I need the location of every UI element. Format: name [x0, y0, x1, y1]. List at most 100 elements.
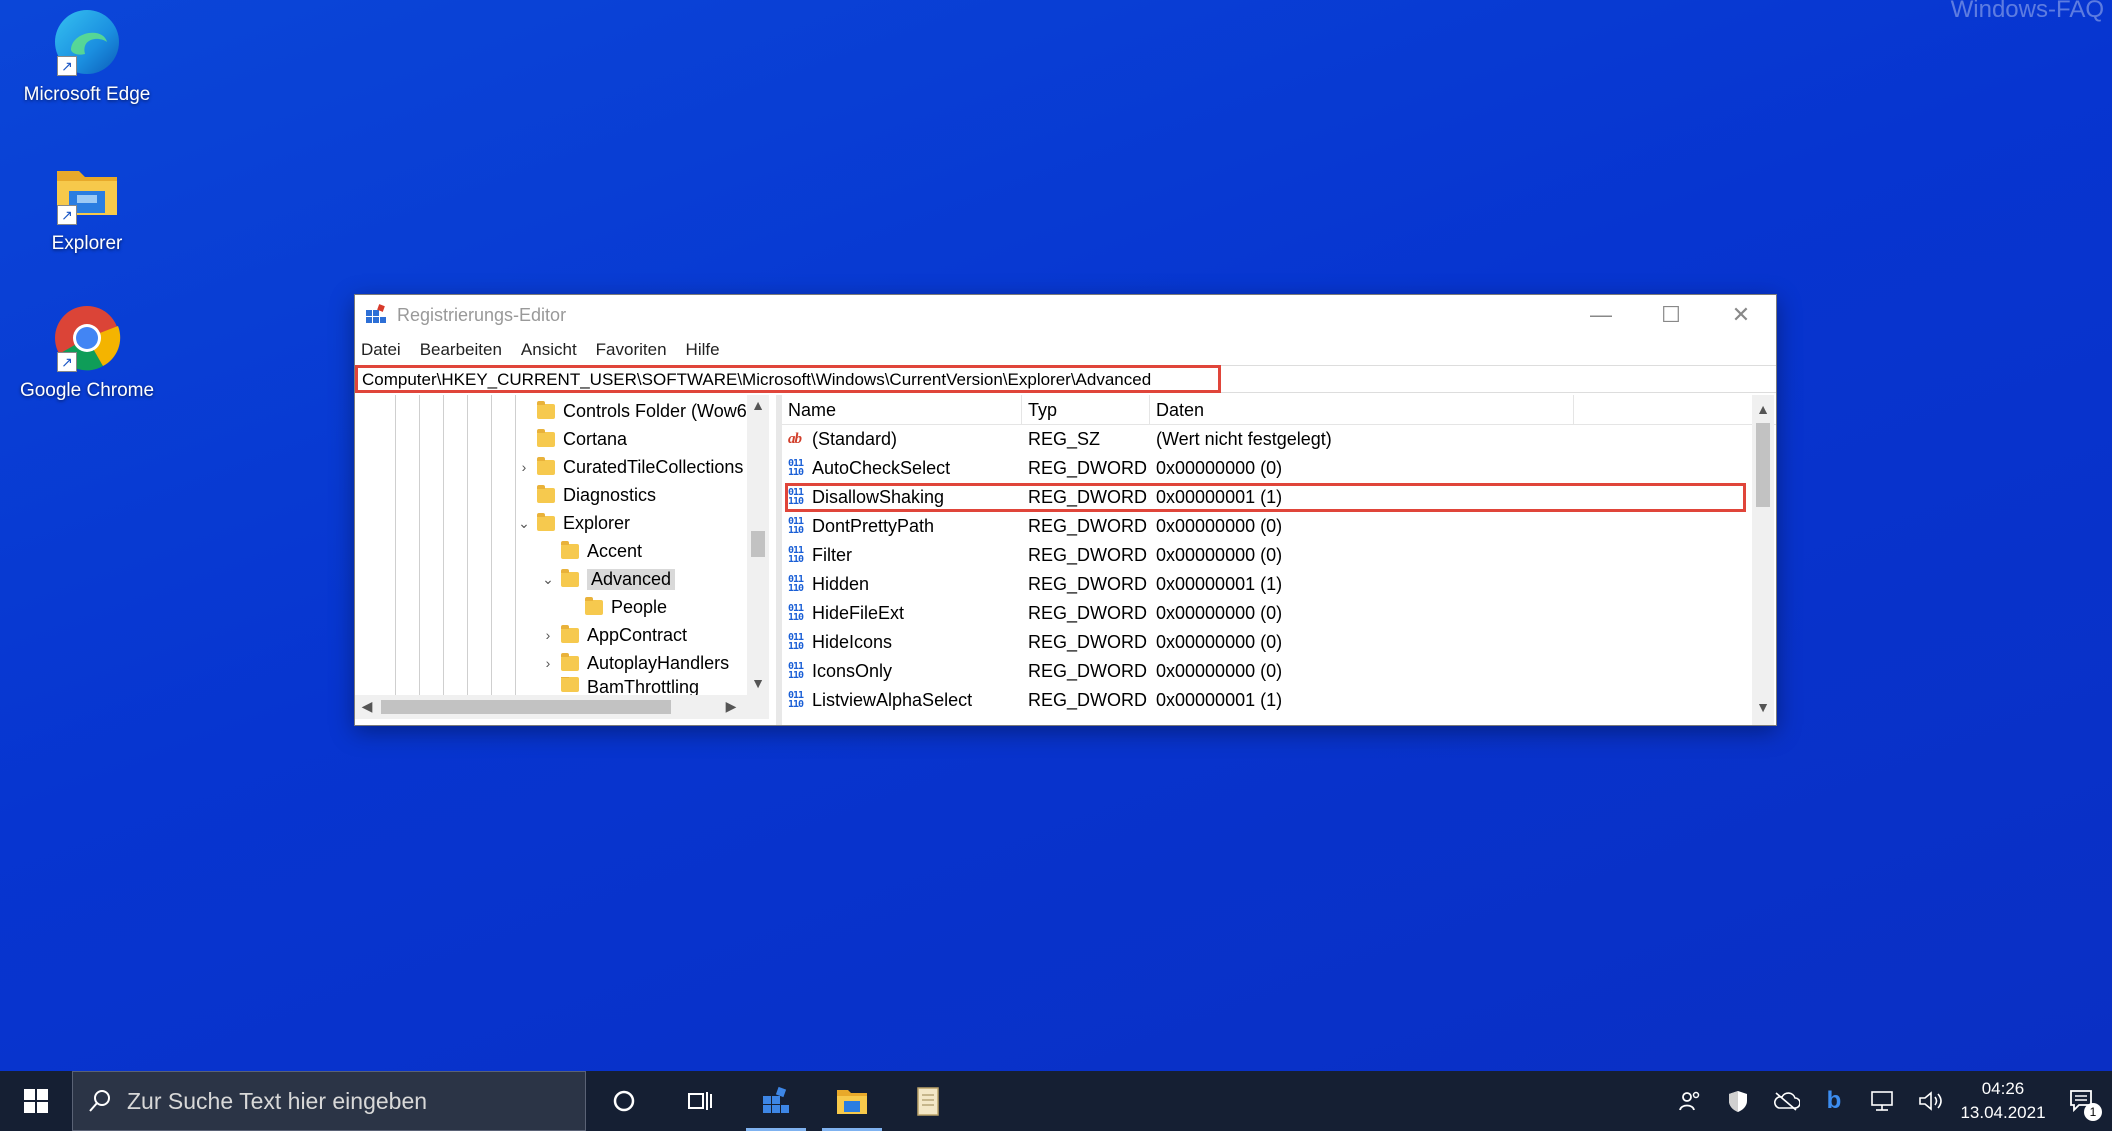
desktop-icon-explorer[interactable]: ↗ Explorer	[12, 155, 162, 255]
clock-time: 04:26	[1981, 1079, 2025, 1098]
list-row-highlighted[interactable]: 011 110 DisallowShaking REG_DWORD 0x0000000…	[782, 483, 1746, 512]
desktop-icon-edge[interactable]: ↗ Microsoft Edge	[12, 6, 162, 106]
list-vertical-scrollbar[interactable]: ▲ ▼	[1752, 395, 1774, 725]
menu-hilfe[interactable]: Hilfe	[686, 340, 720, 360]
folder-icon: ↗	[51, 155, 123, 227]
tree-node[interactable]: People	[563, 593, 667, 621]
tree-vertical-scrollbar[interactable]: ▲ ▼	[747, 395, 769, 695]
volume-tray-button[interactable]	[1906, 1071, 1954, 1131]
watermark: Windows-FAQ	[1950, 0, 2104, 23]
scroll-up-icon[interactable]: ▲	[748, 397, 768, 413]
scroll-left-icon[interactable]: ◀	[357, 698, 377, 715]
list-row[interactable]: 011 110 ListviewAlphaSelect REG_DWORD 0x000…	[782, 686, 1742, 715]
dword-value-icon: 011 110	[788, 603, 804, 623]
action-center-button[interactable]: 1	[2052, 1071, 2112, 1131]
notepad-icon	[917, 1087, 939, 1116]
tree-node[interactable]: Cortana	[515, 425, 627, 453]
list-row[interactable]: ab (Standard) REG_SZ (Wert nicht festgelegt…	[782, 425, 1742, 454]
value-name: AutoCheckSelect	[812, 458, 951, 478]
folder-icon	[537, 512, 555, 531]
tree-node[interactable]: › AppContract	[539, 621, 687, 649]
task-view-button[interactable]	[662, 1071, 738, 1131]
tree-node[interactable]: › CuratedTileCollections	[515, 453, 743, 481]
scroll-down-icon[interactable]: ▼	[1753, 699, 1773, 715]
scroll-thumb[interactable]	[381, 700, 671, 714]
clock[interactable]: 04:26 13.04.2021	[1954, 1077, 2052, 1125]
tree-node[interactable]: Diagnostics	[515, 481, 656, 509]
taskbar-explorer[interactable]	[814, 1071, 890, 1131]
taskbar-regedit[interactable]	[738, 1071, 814, 1131]
chevron-right-icon[interactable]: ›	[515, 459, 533, 475]
start-button[interactable]	[0, 1071, 72, 1131]
column-header-type[interactable]: Typ	[1022, 395, 1150, 425]
chevron-down-icon[interactable]: ⌄	[539, 571, 557, 588]
tree-node-label: AutoplayHandlers	[587, 652, 730, 673]
folder-icon	[537, 456, 555, 475]
value-type: REG_DWORD	[1028, 545, 1148, 565]
folder-icon	[561, 568, 579, 587]
scroll-up-icon[interactable]: ▲	[1753, 401, 1773, 417]
list-row[interactable]: 011 110 HideFileExt REG_DWORD 0x00000000 (0…	[782, 599, 1742, 628]
scroll-right-icon[interactable]: ▶	[721, 698, 741, 715]
close-button[interactable]: ✕	[1706, 295, 1776, 335]
value-type: REG_SZ	[1028, 429, 1101, 449]
people-icon	[1679, 1091, 1700, 1111]
regedit-icon	[366, 304, 386, 323]
value-data: 0x00000000 (0)	[1156, 516, 1283, 536]
menu-datei[interactable]: Datei	[361, 340, 401, 360]
minimize-button[interactable]: —	[1566, 295, 1636, 335]
value-data: (Wert nicht festgelegt)	[1156, 429, 1332, 449]
title-bar[interactable]: Registrierungs-Editor — ☐ ✕	[355, 295, 1776, 335]
people-button[interactable]	[1666, 1071, 1714, 1131]
list-row[interactable]: 011 110 DontPrettyPath REG_DWORD 0x00000000…	[782, 512, 1742, 541]
tree-node[interactable]: Controls Folder (Wow64	[515, 397, 757, 425]
tree-node[interactable]: Accent	[539, 537, 642, 565]
folder-icon	[837, 1090, 867, 1114]
list-row[interactable]: 011 110 IconsOnly REG_DWORD 0x00000000 (0)	[782, 657, 1742, 686]
desktop-icon-label: Google Chrome	[19, 380, 155, 401]
chevron-down-icon[interactable]: ⌄	[515, 515, 533, 532]
search-icon	[89, 1090, 110, 1112]
list-row[interactable]: 011 110 AutoCheckSelect REG_DWORD 0x0000000…	[782, 454, 1742, 483]
address-bar[interactable]: Computer\HKEY_CURRENT_USER\SOFTWARE\Micr…	[355, 365, 1776, 393]
menu-bar: Datei Bearbeiten Ansicht Favoriten Hilfe	[355, 335, 1776, 365]
network-tray-button[interactable]	[1858, 1071, 1906, 1131]
onedrive-tray-button[interactable]	[1762, 1071, 1810, 1131]
list-row[interactable]: 011 110 Filter REG_DWORD 0x00000000 (0)	[782, 541, 1742, 570]
security-tray-button[interactable]	[1714, 1071, 1762, 1131]
tree-node-selected[interactable]: ⌄ Advanced	[539, 565, 676, 593]
registry-editor-window: Registrierungs-Editor — ☐ ✕ Datei Bearbe…	[354, 294, 1777, 726]
list-header: Name Typ Daten	[782, 395, 1776, 425]
tree-node-label: BamThrottling	[587, 677, 700, 695]
taskbar-notepad[interactable]	[890, 1071, 966, 1131]
list-row[interactable]: 011 110 Hidden REG_DWORD 0x00000001 (1)	[782, 570, 1742, 599]
value-name: HideIcons	[812, 632, 893, 652]
tree-node[interactable]: BamThrottling	[539, 677, 699, 695]
menu-bearbeiten[interactable]: Bearbeiten	[420, 340, 502, 360]
chevron-right-icon[interactable]: ›	[539, 655, 557, 671]
scroll-thumb[interactable]	[751, 531, 765, 557]
tree-node[interactable]: › AutoplayHandlers	[539, 649, 729, 677]
panes: Controls Folder (Wow64 Cortana › CuratedT…	[355, 395, 1776, 725]
chevron-right-icon[interactable]: ›	[539, 627, 557, 643]
scroll-thumb[interactable]	[1756, 423, 1770, 507]
value-data: 0x00000001 (1)	[1156, 574, 1283, 594]
bing-tray-button[interactable]: b	[1810, 1071, 1858, 1131]
taskbar-search-box[interactable]: Zur Suche Text hier eingeben	[72, 1071, 586, 1131]
desktop-icon-chrome[interactable]: ↗ Google Chrome	[12, 302, 162, 402]
value-data: 0x00000000 (0)	[1156, 458, 1283, 478]
value-name: DontPrettyPath	[812, 516, 935, 536]
maximize-button[interactable]: ☐	[1636, 295, 1706, 335]
menu-ansicht[interactable]: Ansicht	[521, 340, 577, 360]
folder-icon	[561, 677, 579, 692]
list-row[interactable]: 011 110 HideIcons REG_DWORD 0x00000000 (0)	[782, 628, 1742, 657]
column-header-data[interactable]: Daten	[1150, 395, 1574, 425]
cortana-button[interactable]	[586, 1071, 662, 1131]
scroll-down-icon[interactable]: ▼	[748, 675, 768, 691]
string-value-icon: ab	[788, 431, 802, 447]
tree-horizontal-scrollbar[interactable]: ◀ ▶	[355, 695, 769, 719]
tree-node[interactable]: ⌄ Explorer	[515, 509, 630, 537]
menu-favoriten[interactable]: Favoriten	[596, 340, 667, 360]
column-header-name[interactable]: Name	[782, 395, 1022, 425]
shield-icon	[1729, 1091, 1747, 1112]
